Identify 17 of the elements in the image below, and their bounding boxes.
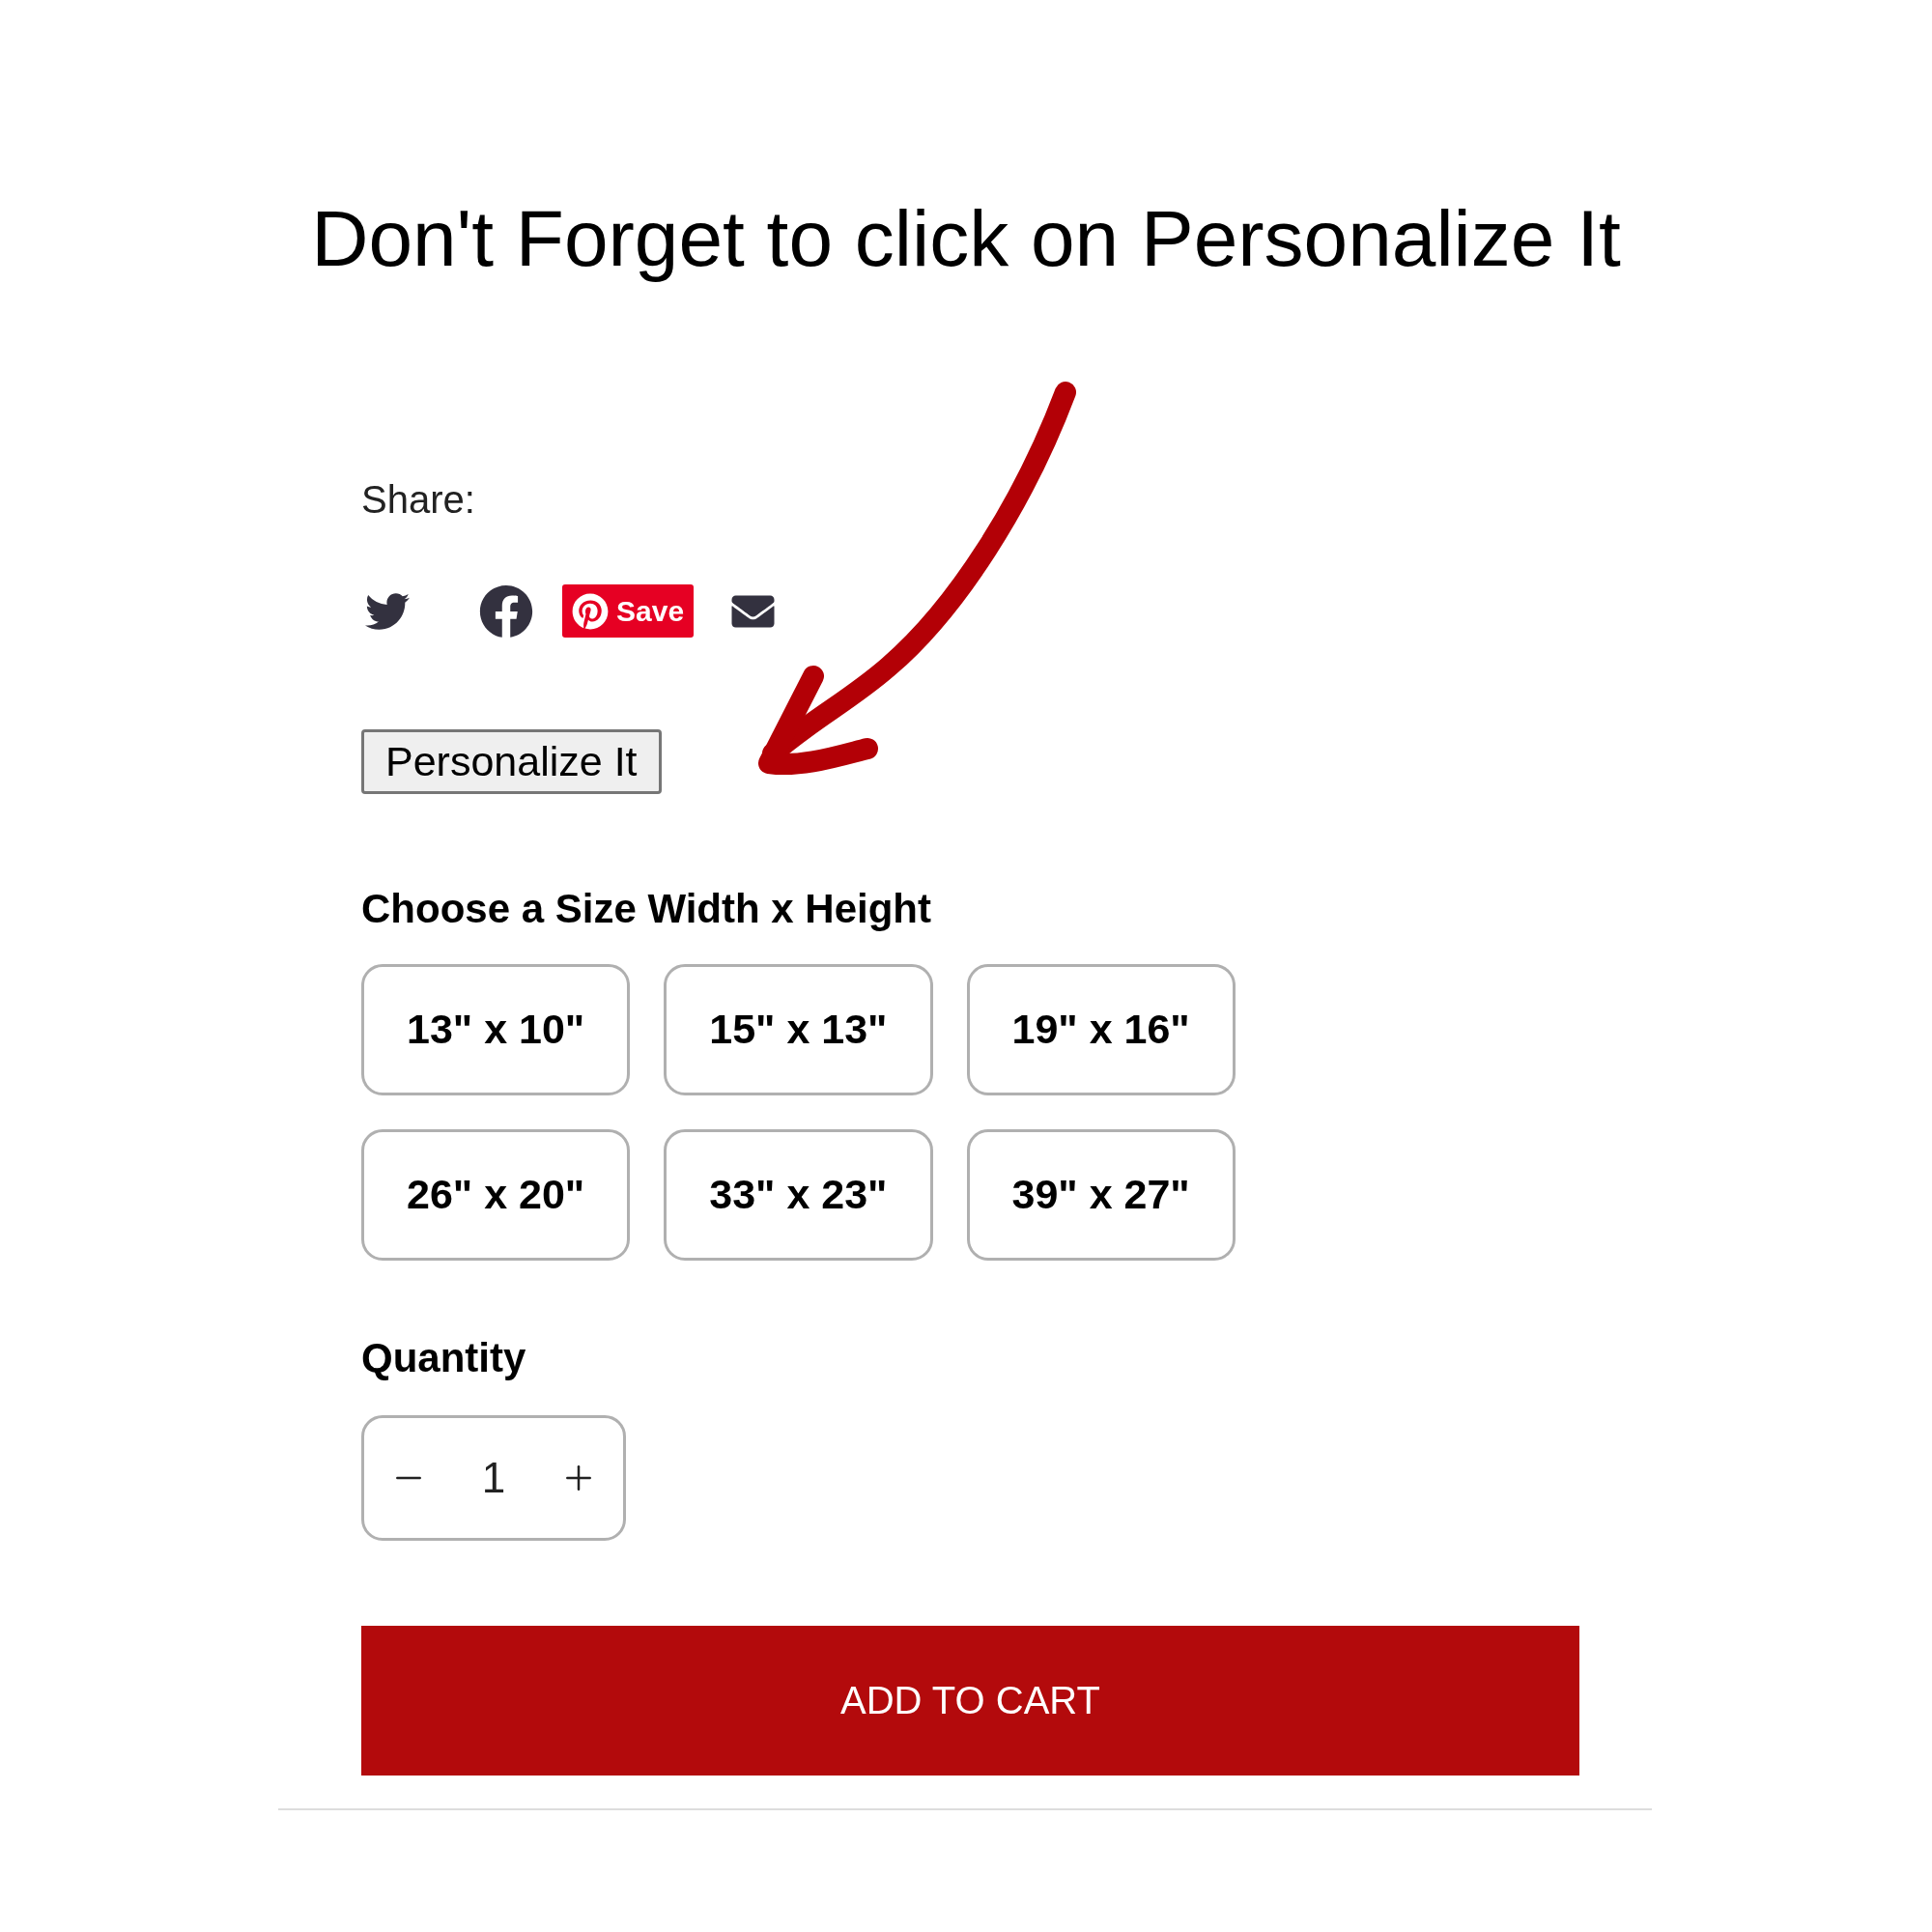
pinterest-save-button[interactable]: Save [562, 584, 695, 638]
size-option[interactable]: 19" x 16" [966, 963, 1236, 1095]
page-heading: Don't Forget to click on Personalize It [311, 193, 1621, 284]
facebook-icon[interactable] [479, 583, 533, 639]
save-label: Save [616, 594, 685, 629]
size-option[interactable]: 15" x 13" [664, 963, 933, 1095]
share-label: Share: [361, 479, 475, 519]
size-option[interactable]: 13" x 10" [361, 963, 631, 1095]
size-option[interactable]: 33" x 23" [664, 1128, 933, 1261]
personalize-button[interactable]: Personalize It [361, 728, 662, 794]
add-to-cart-button[interactable]: ADD TO CART [361, 1625, 1579, 1776]
size-option[interactable]: 39" x 27" [966, 1128, 1236, 1261]
quantity-value[interactable]: 1 [481, 1445, 506, 1510]
size-heading: Choose a Size Width x Height [361, 888, 931, 929]
quantity-heading: Quantity [361, 1337, 526, 1378]
size-option[interactable]: 26" x 20" [361, 1128, 631, 1261]
pinterest-icon [572, 592, 609, 630]
